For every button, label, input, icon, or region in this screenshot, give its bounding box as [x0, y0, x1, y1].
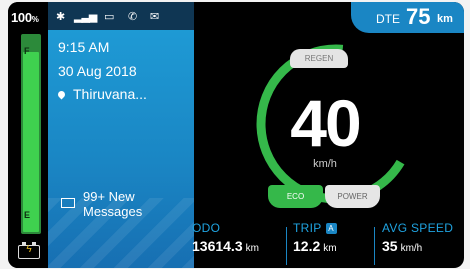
avg-speed-value: 35	[382, 238, 398, 254]
distance-to-empty: DTE 75 km	[351, 2, 464, 33]
speed-unit: km/h	[313, 158, 337, 170]
stat-divider	[374, 227, 375, 265]
fuel-gauge-column: 100% F E ϟ	[8, 2, 48, 268]
dashboard-screen: 100% F E ϟ ✱ ▂▃▅ ▭ ✆ ✉ 9:15 AM 30 Aug 20…	[0, 0, 470, 269]
avg-speed-label: AVG SPEED	[382, 221, 454, 235]
dte-value: 75	[406, 4, 431, 29]
stat-divider	[286, 227, 287, 265]
bluetooth-icon: ✱	[56, 11, 66, 23]
power-mode-button[interactable]: POWER	[325, 185, 380, 208]
fuel-full-mark: F	[24, 46, 30, 56]
trip-unit: km	[323, 243, 337, 254]
info-column: ✱ ▂▃▅ ▭ ✆ ✉ 9:15 AM 30 Aug 2018 Thiruvan…	[48, 2, 194, 268]
dte-unit: km	[437, 13, 453, 25]
mail-icon: ✉	[150, 11, 160, 23]
trip-label: TRIP	[293, 221, 322, 235]
avg-speed-stat: AVG SPEED 35 km/h	[382, 221, 453, 254]
fuel-level-fill	[23, 51, 39, 232]
fuel-bar	[21, 34, 41, 234]
eco-mode-button[interactable]: ECO	[268, 185, 323, 208]
avg-speed-unit: km/h	[400, 243, 423, 254]
trip-a-badge: A	[325, 223, 337, 234]
status-bar: ✱ ▂▃▅ ▭ ✆ ✉	[48, 2, 194, 30]
location-name: Thiruvana...	[73, 86, 147, 102]
messages-notification[interactable]: 99+ New Messages	[83, 189, 142, 219]
speed-value: 40	[290, 86, 361, 160]
odo-value: 13614.3	[192, 238, 243, 254]
phone-icon: ✆	[128, 11, 138, 23]
fuel-percent: 100%	[11, 10, 39, 25]
trip-stats: ODO 13614.3 km TRIP A 12.2 km AVG SPEED 35 k…	[186, 221, 456, 266]
charging-icon: ϟ	[18, 242, 40, 259]
battery-status-icon: ▭	[104, 11, 115, 23]
odo-label: ODO	[192, 221, 221, 235]
signal-icon: ▂▃▅	[74, 11, 97, 23]
odo-unit: km	[245, 243, 259, 254]
clock-time: 9:15 AM	[58, 39, 110, 55]
envelope-icon	[61, 198, 75, 208]
odo-stat: ODO 13614.3 km	[192, 221, 259, 254]
location-pin-icon	[56, 89, 67, 100]
regen-mode-indicator[interactable]: REGEN	[290, 49, 348, 68]
trip-stat[interactable]: TRIP A 12.2 km	[293, 221, 337, 254]
trip-value: 12.2	[293, 238, 321, 254]
current-date: 30 Aug 2018	[58, 63, 137, 79]
fuel-empty-mark: E	[24, 210, 31, 220]
location-row[interactable]: Thiruvana...	[56, 86, 147, 102]
dte-label: DTE	[376, 12, 400, 26]
